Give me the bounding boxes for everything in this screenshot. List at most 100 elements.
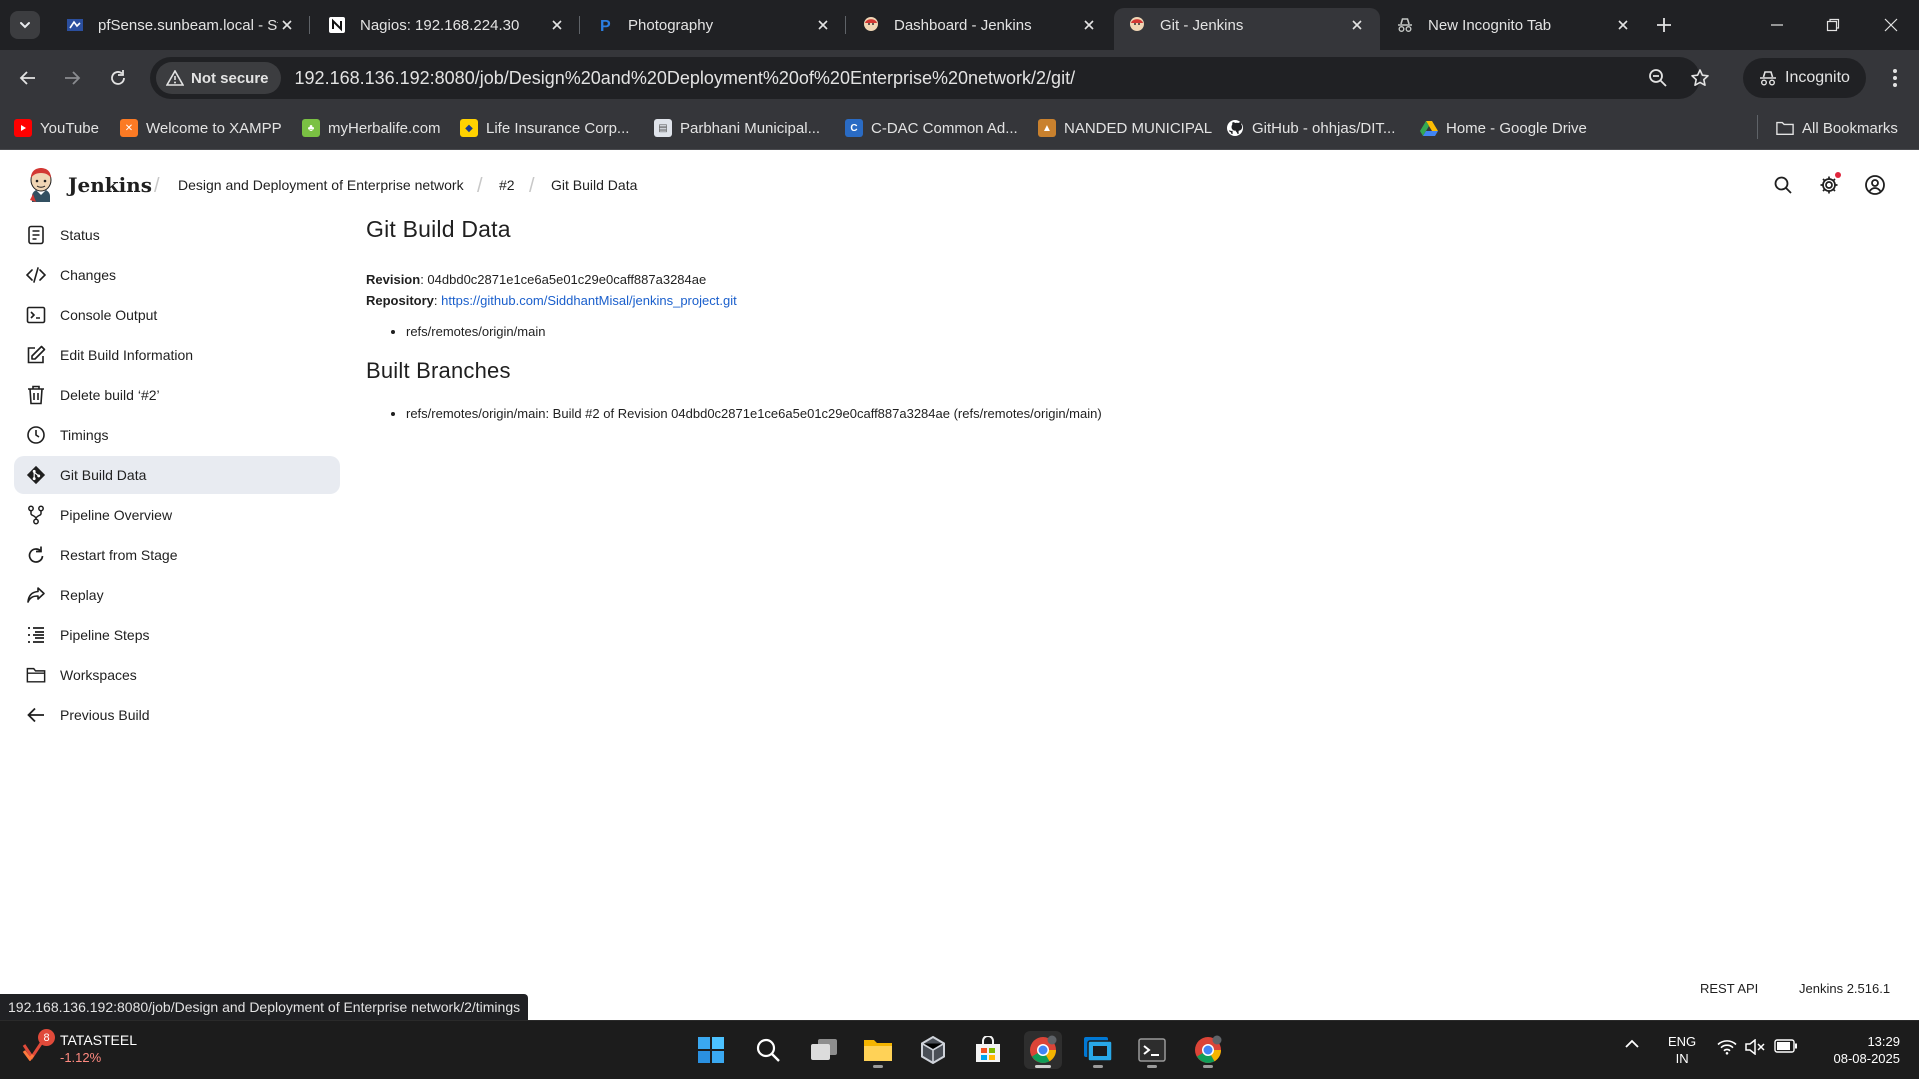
forward-button[interactable] (56, 62, 88, 94)
bookmark-herbalife[interactable]: ♣ myHerbalife.com (302, 116, 441, 140)
all-bookmarks-button[interactable]: All Bookmarks (1776, 116, 1898, 140)
taskbar-microsoft-store[interactable] (969, 1031, 1007, 1069)
terminal-icon (1138, 1038, 1166, 1062)
tab-jenkins-dashboard[interactable]: Dashboard - Jenkins (848, 8, 1112, 42)
taskbar-app-unity[interactable] (914, 1031, 952, 1069)
edit-icon (26, 345, 46, 365)
address-bar[interactable]: Not secure 192.168.136.192:8080/job/Desi… (150, 57, 1709, 99)
bookmark-google-drive[interactable]: Home - Google Drive (1420, 116, 1587, 140)
close-icon[interactable] (1348, 16, 1366, 34)
system-clock[interactable]: 13:29 08-08-2025 (1818, 1033, 1901, 1067)
taskbar-task-view[interactable] (805, 1031, 843, 1069)
windows-taskbar: 8 TATASTEEL -1.12% ENG IN 13:29 08-08-2025 (0, 1020, 1919, 1079)
taskbar-file-explorer[interactable] (859, 1031, 897, 1069)
tab-pfsense[interactable]: pfSense.sunbeam.local - Sta (52, 8, 310, 42)
security-chip[interactable]: Not secure (156, 62, 281, 94)
restart-icon (26, 545, 46, 565)
breadcrumb-job[interactable]: Design and Deployment of Enterprise netw… (178, 177, 464, 193)
taskbar-search[interactable] (749, 1031, 787, 1069)
sidebar-item-previous-build[interactable]: Previous Build (14, 696, 340, 734)
close-icon[interactable] (814, 16, 832, 34)
minimize-button[interactable] (1762, 10, 1792, 40)
browser-menu-button[interactable] (1881, 64, 1909, 92)
jenkins-brand[interactable]: Jenkins (68, 173, 152, 197)
pipeline-icon (26, 505, 46, 525)
stock-widget[interactable]: 8 TATASTEEL -1.12% (22, 1029, 137, 1067)
restore-button[interactable] (1818, 10, 1848, 40)
incognito-indicator[interactable]: Incognito (1743, 58, 1866, 98)
browser-toolbar: Not secure 192.168.136.192:8080/job/Desi… (0, 50, 1919, 106)
restore-icon (1826, 18, 1840, 32)
bookmark-xampp[interactable]: ✕ Welcome to XAMPP (120, 116, 282, 140)
timer-icon (26, 425, 46, 445)
battery-icon[interactable] (1774, 1039, 1798, 1053)
repository-link[interactable]: https://github.com/SiddhantMisal/jenkins… (441, 293, 737, 308)
reload-button[interactable] (102, 62, 134, 94)
sidebar-item-delete-build[interactable]: Delete build ‘#2’ (14, 376, 340, 414)
manage-jenkins-button[interactable] (1815, 171, 1843, 199)
bookmark-github[interactable]: GitHub - ohhjas/DIT... (1226, 116, 1395, 140)
show-hidden-icons-button[interactable] (1622, 1039, 1642, 1049)
herbalife-icon: ♣ (302, 119, 320, 137)
sidebar-item-pipeline-steps[interactable]: Pipeline Steps (14, 616, 340, 654)
bookmark-cdac[interactable]: C C-DAC Common Ad... (845, 116, 1018, 140)
windows-icon (698, 1037, 724, 1063)
user-account-button[interactable] (1861, 171, 1889, 199)
tab-new-incognito[interactable]: New Incognito Tab (1382, 8, 1646, 42)
url-text[interactable]: 192.168.136.192:8080/job/Design%20and%20… (295, 68, 1076, 89)
bookmarks-bar: YouTube ✕ Welcome to XAMPP ♣ myHerbalife.c… (0, 106, 1919, 150)
sidebar-item-status[interactable]: Status (14, 216, 340, 254)
close-icon[interactable] (278, 16, 296, 34)
arrow-right-icon (65, 71, 81, 85)
sidebar-item-replay[interactable]: Replay (14, 576, 340, 614)
sidebar-item-changes[interactable]: Changes (14, 256, 340, 294)
taskbar-remote-desktop[interactable] (1079, 1031, 1117, 1069)
zoom-icon[interactable] (1644, 64, 1672, 92)
back-button[interactable] (12, 62, 44, 94)
bookmark-parbhani[interactable]: ▤ Parbhani Municipal... (654, 116, 820, 140)
bookmark-nanded[interactable]: ▲ NANDED MUNICIPAL (1038, 116, 1212, 140)
close-window-button[interactable] (1876, 10, 1906, 40)
bookmark-youtube[interactable]: YouTube (14, 116, 99, 140)
warning-icon (166, 70, 184, 86)
sidebar-item-workspaces[interactable]: Workspaces (14, 656, 340, 694)
sidebar-item-label: Delete build ‘#2’ (60, 387, 160, 403)
jenkins-logo-icon[interactable] (26, 166, 56, 202)
breadcrumb-build[interactable]: #2 (499, 177, 515, 193)
close-icon[interactable] (548, 16, 566, 34)
jenkins-version-link[interactable]: Jenkins 2.516.1 (1799, 981, 1890, 996)
breadcrumb-current[interactable]: Git Build Data (551, 177, 637, 193)
star-icon[interactable] (1686, 64, 1714, 92)
search-button[interactable] (1769, 171, 1797, 199)
sidebar-item-restart-from-stage[interactable]: Restart from Stage (14, 536, 340, 574)
clock-time: 13:29 (1867, 1034, 1900, 1049)
tab-search-button[interactable] (10, 11, 40, 39)
jenkins-icon (862, 16, 880, 34)
tab-git-jenkins[interactable]: Git - Jenkins (1114, 8, 1380, 50)
sidebar-item-console-output[interactable]: Console Output (14, 296, 340, 334)
input-language-indicator[interactable]: ENG IN (1668, 1033, 1696, 1067)
new-tab-button[interactable] (1651, 12, 1677, 38)
start-button[interactable] (692, 1031, 730, 1069)
sidebar-item-timings[interactable]: Timings (14, 416, 340, 454)
user-circle-icon (1865, 175, 1885, 195)
rest-api-link[interactable]: REST API (1700, 981, 1758, 996)
sidebar-item-git-build-data[interactable]: Git Build Data (14, 456, 340, 494)
taskbar-chrome[interactable] (1189, 1031, 1227, 1069)
bookmark-label: All Bookmarks (1802, 119, 1898, 137)
tab-nagios[interactable]: Nagios: 192.168.224.30 (314, 8, 580, 42)
wifi-icon[interactable] (1716, 1039, 1738, 1055)
sidebar-item-label: Replay (60, 587, 104, 603)
code-icon (26, 265, 46, 285)
tab-title: New Incognito Tab (1428, 16, 1552, 34)
bookmark-lic[interactable]: ◆ Life Insurance Corp... (460, 116, 629, 140)
close-icon[interactable] (1614, 16, 1632, 34)
volume-muted-icon[interactable] (1744, 1039, 1766, 1055)
close-icon[interactable] (1080, 16, 1098, 34)
taskbar-chrome-incognito[interactable] (1024, 1031, 1062, 1069)
stock-change: -1.12% (60, 1050, 102, 1065)
taskbar-terminal[interactable] (1133, 1031, 1171, 1069)
sidebar-item-pipeline-overview[interactable]: Pipeline Overview (14, 496, 340, 534)
sidebar-item-edit-build-information[interactable]: Edit Build Information (14, 336, 340, 374)
tab-photography[interactable]: P Photography (582, 8, 846, 42)
